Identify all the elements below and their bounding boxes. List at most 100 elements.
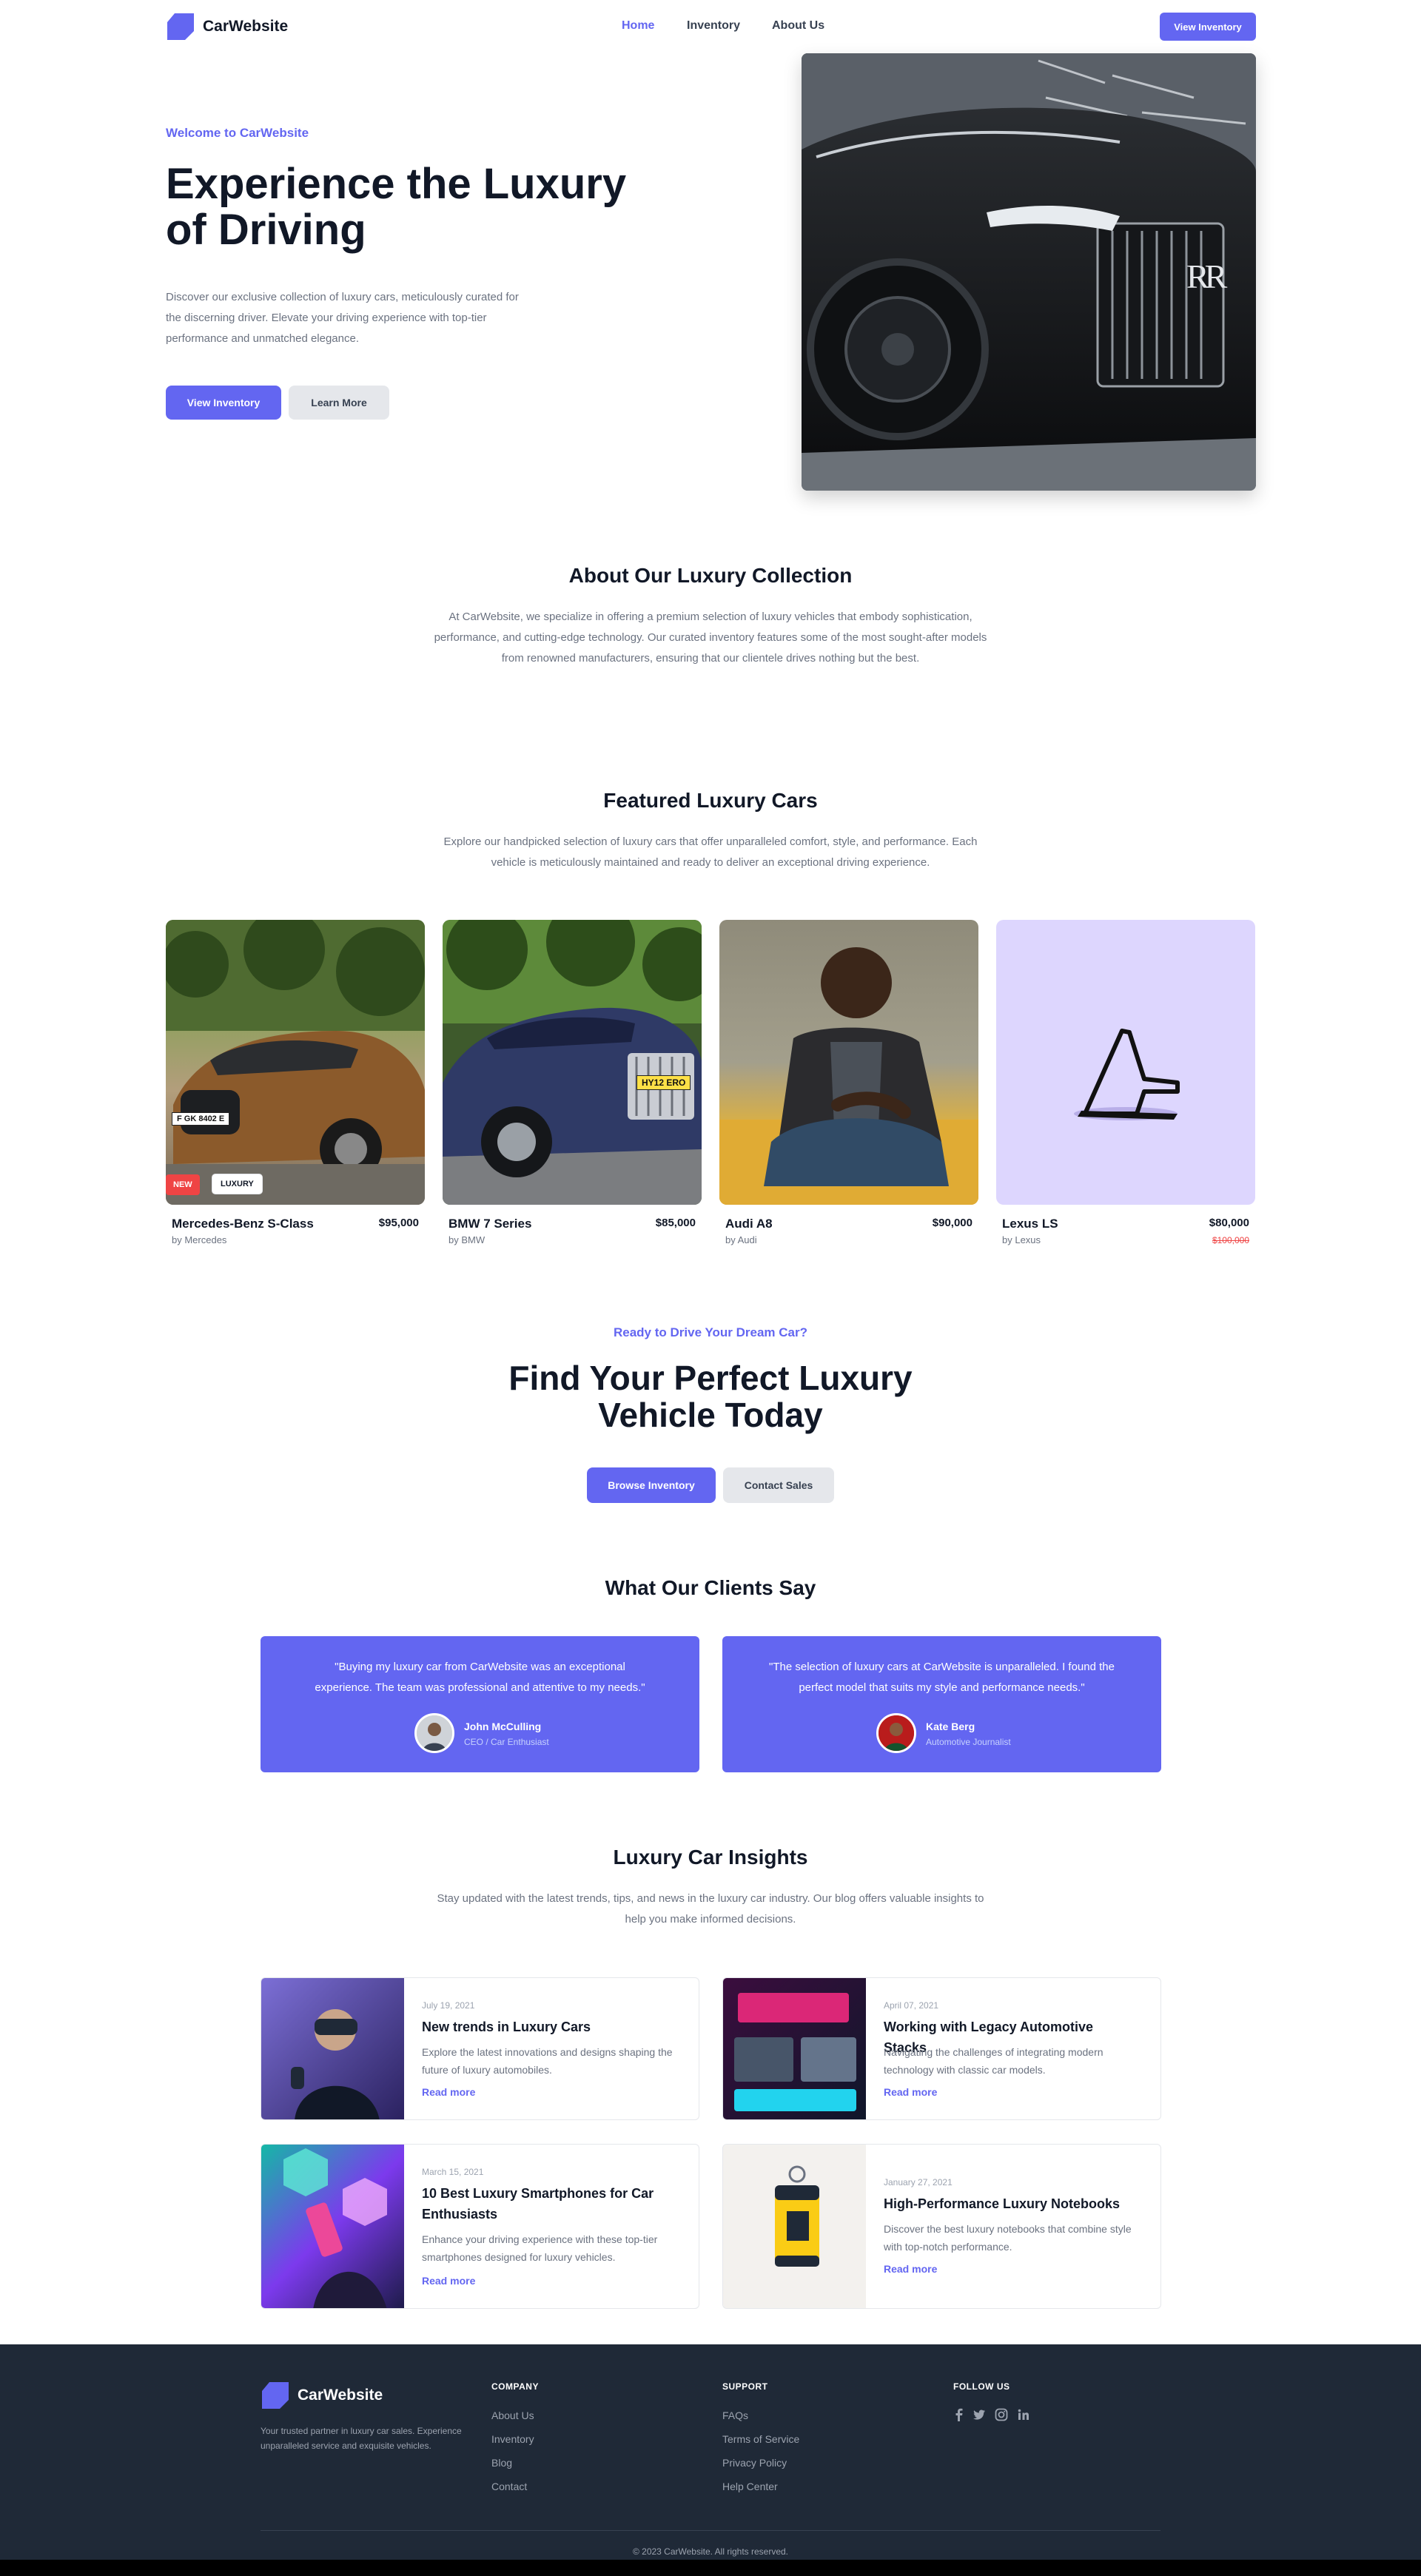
logo-icon[interactable] bbox=[166, 12, 195, 41]
facebook-icon[interactable] bbox=[953, 2408, 965, 2421]
blog-post-card[interactable]: July 19, 2021 New trends in Luxury Cars … bbox=[261, 1977, 699, 2120]
post-description: Navigating the challenges of integrating… bbox=[884, 2046, 1103, 2076]
nav-about[interactable]: About Us bbox=[772, 19, 824, 33]
car-brand: by BMW bbox=[449, 1234, 486, 1245]
nav-home[interactable]: Home bbox=[622, 19, 654, 33]
company-heading: COMPANY bbox=[491, 2381, 539, 2392]
hero-title: Experience the Luxury of Driving bbox=[166, 160, 627, 254]
footer-link-faqs[interactable]: FAQs bbox=[722, 2409, 748, 2421]
browse-inventory-button[interactable]: Browse Inventory bbox=[587, 1467, 716, 1503]
main-nav: Home Inventory About Us bbox=[622, 19, 844, 36]
avatar bbox=[876, 1713, 916, 1753]
car-image[interactable] bbox=[719, 920, 978, 1205]
hero-car-image: RR bbox=[802, 53, 1256, 491]
about-title: About Our Luxury Collection bbox=[568, 564, 853, 587]
brand-name[interactable]: CarWebsite bbox=[203, 18, 288, 36]
rr-badge: RR bbox=[1186, 258, 1227, 295]
car-card[interactable]: F GK 8402 E NEW LUXURY Mercedes-Benz S-C… bbox=[166, 920, 425, 1245]
post-title[interactable]: 10 Best Luxury Smartphones for Car Enthu… bbox=[422, 2183, 676, 2224]
car-name[interactable]: Audi A8 bbox=[725, 1217, 773, 1231]
car-image[interactable]: F GK 8402 E NEW LUXURY bbox=[166, 920, 425, 1205]
copyright: © 2023 CarWebsite. All rights reserved. bbox=[632, 2546, 789, 2557]
car-old-price: $100,000 bbox=[1212, 1235, 1249, 1245]
linkedin-icon[interactable] bbox=[1017, 2408, 1030, 2421]
contact-sales-button[interactable]: Contact Sales bbox=[723, 1467, 834, 1503]
footer-divider bbox=[261, 2530, 1160, 2531]
testimonial-role: Automotive Journalist bbox=[926, 1737, 1011, 1747]
testimonial-card: "The selection of luxury cars at CarWebs… bbox=[722, 1636, 1161, 1772]
footer-tagline: Your trusted partner in luxury car sales… bbox=[261, 2426, 462, 2451]
hero-eyebrow: Welcome to CarWebsite bbox=[166, 126, 309, 140]
testimonial-role: CEO / Car Enthusiast bbox=[464, 1737, 549, 1747]
blog-post-card[interactable]: April 07, 2021 Working with Legacy Autom… bbox=[722, 1977, 1161, 2120]
post-title[interactable]: New trends in Luxury Cars bbox=[422, 2017, 676, 2037]
testimonial-quote: "Buying my luxury car from CarWebsite wa… bbox=[315, 1661, 645, 1694]
post-description: Enhance your driving experience with the… bbox=[422, 2233, 658, 2263]
post-description: Explore the latest innovations and desig… bbox=[422, 2046, 673, 2076]
footer-link-blog[interactable]: Blog bbox=[491, 2457, 512, 2469]
about-text: At CarWebsite, we specialize in offering… bbox=[434, 611, 987, 665]
car-name[interactable]: Mercedes-Benz S-Class bbox=[172, 1217, 314, 1231]
insights-title: Luxury Car Insights bbox=[613, 1846, 808, 1869]
post-date: July 19, 2021 bbox=[422, 2000, 475, 2011]
footer-bottom-bar bbox=[0, 2560, 1421, 2576]
twitter-icon[interactable] bbox=[972, 2408, 986, 2421]
cta-title-line1: Find Your Perfect Luxury bbox=[508, 1359, 913, 1397]
post-date: January 27, 2021 bbox=[884, 2177, 953, 2187]
license-plate: HY12 ERO bbox=[636, 1075, 691, 1090]
post-description: Discover the best luxury notebooks that … bbox=[884, 2223, 1132, 2253]
read-more-link[interactable]: Read more bbox=[422, 2086, 475, 2098]
post-thumbnail[interactable] bbox=[261, 2145, 404, 2308]
footer-link-help[interactable]: Help Center bbox=[722, 2481, 778, 2492]
license-plate: F GK 8402 E bbox=[172, 1112, 230, 1126]
testimonials-title: What Our Clients Say bbox=[605, 1576, 816, 1599]
post-date: March 15, 2021 bbox=[422, 2167, 484, 2177]
follow-heading: FOLLOW US bbox=[953, 2381, 1010, 2392]
footer-link-contact[interactable]: Contact bbox=[491, 2481, 527, 2492]
footer-logo-icon[interactable] bbox=[261, 2381, 290, 2410]
luxury-badge: LUXURY bbox=[212, 1174, 263, 1194]
new-badge: NEW bbox=[166, 1174, 200, 1195]
header-view-inventory-button[interactable]: View Inventory bbox=[1160, 13, 1256, 41]
car-price: $95,000 bbox=[378, 1217, 419, 1229]
cta-eyebrow: Ready to Drive Your Dream Car? bbox=[613, 1325, 807, 1339]
read-more-link[interactable]: Read more bbox=[884, 2263, 937, 2275]
testimonial-name: Kate Berg bbox=[926, 1721, 975, 1732]
footer-brand-name[interactable]: CarWebsite bbox=[298, 2387, 383, 2404]
blog-post-card[interactable]: March 15, 2021 10 Best Luxury Smartphone… bbox=[261, 2144, 699, 2309]
post-thumbnail[interactable] bbox=[723, 1978, 866, 2119]
footer-link-terms[interactable]: Terms of Service bbox=[722, 2433, 799, 2445]
instagram-icon[interactable] bbox=[995, 2408, 1008, 2421]
car-image[interactable] bbox=[996, 920, 1255, 1205]
footer-link-about[interactable]: About Us bbox=[491, 2409, 534, 2421]
read-more-link[interactable]: Read more bbox=[884, 2086, 937, 2098]
post-title[interactable]: High-Performance Luxury Notebooks bbox=[884, 2193, 1138, 2214]
post-thumbnail[interactable] bbox=[723, 2145, 866, 2308]
testimonial-name: John McCulling bbox=[464, 1721, 542, 1732]
nav-inventory[interactable]: Inventory bbox=[687, 19, 740, 33]
car-card[interactable]: Audi A8 $90,000 by Audi bbox=[719, 920, 978, 1245]
car-price: $90,000 bbox=[932, 1217, 972, 1229]
hero-learn-more-button[interactable]: Learn More bbox=[289, 386, 389, 420]
car-brand: by Mercedes bbox=[172, 1234, 227, 1245]
site-footer: CarWebsite Your trusted partner in luxur… bbox=[0, 2344, 1421, 2576]
featured-text: Explore our handpicked selection of luxu… bbox=[443, 835, 978, 869]
car-price: $85,000 bbox=[655, 1217, 696, 1229]
testimonial-quote: "The selection of luxury cars at CarWebs… bbox=[769, 1661, 1115, 1694]
hero-view-inventory-button[interactable]: View Inventory bbox=[166, 386, 281, 420]
hero-description: Discover our exclusive collection of lux… bbox=[166, 291, 519, 345]
post-date: April 07, 2021 bbox=[884, 2000, 939, 2011]
footer-link-privacy[interactable]: Privacy Policy bbox=[722, 2457, 787, 2469]
car-name[interactable]: Lexus LS bbox=[1002, 1217, 1058, 1231]
car-name[interactable]: BMW 7 Series bbox=[449, 1217, 531, 1231]
testimonial-card: "Buying my luxury car from CarWebsite wa… bbox=[261, 1636, 699, 1772]
car-card[interactable]: HY12 ERO BMW 7 Series $85,000 by BMW bbox=[443, 920, 702, 1245]
read-more-link[interactable]: Read more bbox=[422, 2275, 475, 2287]
post-thumbnail[interactable] bbox=[261, 1978, 404, 2119]
blog-post-card[interactable]: January 27, 2021 High-Performance Luxury… bbox=[722, 2144, 1161, 2309]
footer-link-inventory[interactable]: Inventory bbox=[491, 2433, 534, 2445]
car-image[interactable]: HY12 ERO bbox=[443, 920, 702, 1205]
car-card[interactable]: Lexus LS $80,000 $100,000 by Lexus bbox=[996, 920, 1255, 1245]
featured-title: Featured Luxury Cars bbox=[603, 789, 818, 812]
insights-text: Stay updated with the latest trends, tip… bbox=[437, 1892, 984, 1926]
